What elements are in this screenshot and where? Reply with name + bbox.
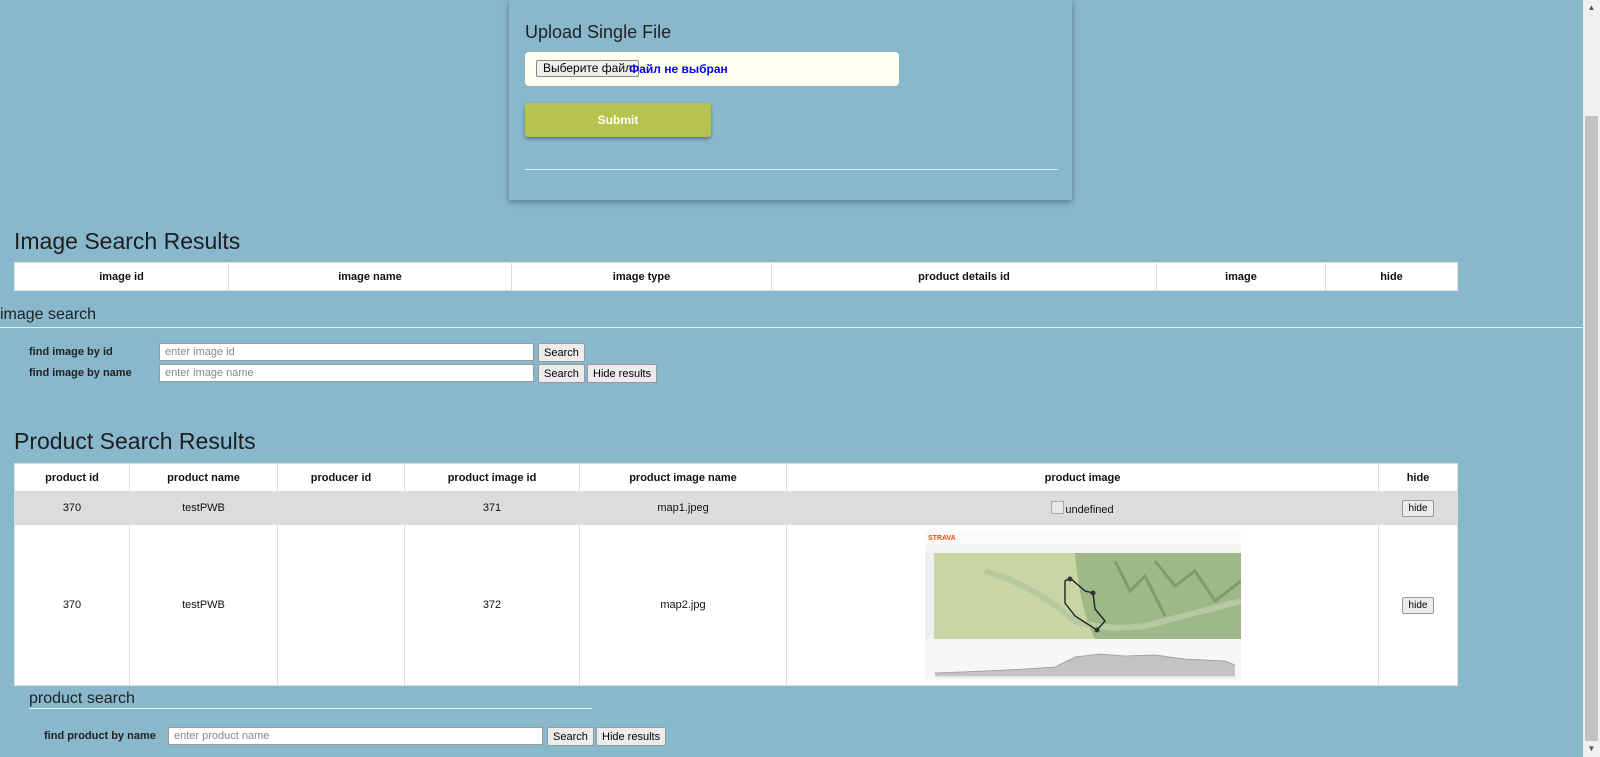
broken-image-icon [1051, 500, 1065, 514]
cell-producer-id [277, 491, 405, 525]
product-name-input[interactable] [168, 727, 543, 745]
scroll-up-icon[interactable]: ▲ [1583, 0, 1600, 16]
image-search-title: image search [0, 306, 97, 323]
product-search-button[interactable]: Search [547, 727, 594, 746]
column-header-image-id: image id [14, 262, 229, 291]
upload-card: Upload Single File Выберите файл Файл не… [509, 0, 1072, 200]
card-divider [525, 169, 1058, 170]
find-product-by-name-label: find product by name [44, 730, 156, 742]
column-header-product-image: product image [786, 463, 1379, 492]
column-header-product-image-name: product image name [579, 463, 787, 492]
find-image-by-id-label: find image by id [29, 346, 113, 358]
product-results-header-row: product id product name producer id prod… [14, 463, 1458, 492]
map-brand-text: STRAVA [928, 535, 956, 542]
column-header-product-id: product id [14, 463, 130, 492]
image-results-header-row: image id image name image type product d… [14, 262, 1458, 291]
column-header-image-name: image name [228, 262, 512, 291]
image-id-input[interactable] [159, 343, 534, 361]
file-input-box: Выберите файл Файл не выбран [525, 52, 899, 86]
image-search-divider [0, 327, 1583, 328]
cell-product-image: undefined [786, 491, 1379, 525]
cell-product-image-id: 371 [404, 491, 580, 525]
find-image-by-name-label: find image by name [29, 367, 132, 379]
product-search-divider [29, 708, 592, 709]
image-results-table: image id image name image type product d… [14, 262, 1458, 291]
cell-product-id: 370 [14, 491, 130, 525]
row-hide-button[interactable]: hide [1401, 596, 1435, 614]
column-header-product-image-id: product image id [404, 463, 580, 492]
scrollbar-thumb[interactable] [1585, 116, 1598, 741]
image-hide-results-button[interactable]: Hide results [587, 364, 658, 383]
file-status-text: Файл не выбран [629, 62, 728, 76]
column-header-hide: hide [1325, 262, 1458, 291]
cell-hide: hide [1378, 491, 1458, 525]
column-header-product-details-id: product details id [771, 262, 1157, 291]
cell-product-id: 370 [14, 524, 130, 686]
table-row: 370 testPWB 371 map1.jpeg undefined hide [14, 491, 1458, 525]
product-search-title: product search [29, 690, 135, 707]
image-name-input[interactable] [159, 364, 534, 382]
image-id-search-button[interactable]: Search [538, 343, 585, 362]
cell-producer-id [277, 524, 405, 686]
product-results-title: Product Search Results [14, 428, 256, 454]
image-results-title: Image Search Results [14, 228, 241, 254]
cell-hide: hide [1378, 524, 1458, 686]
cell-product-image-name: map2.jpg [579, 524, 787, 686]
cell-product-image: STRAVA Save [786, 524, 1379, 686]
upload-title: Upload Single File [525, 22, 672, 42]
scroll-down-icon[interactable]: ▼ [1583, 741, 1600, 757]
product-results-table: product id product name producer id prod… [14, 463, 1458, 686]
column-header-producer-id: producer id [277, 463, 405, 492]
column-header-image: image [1156, 262, 1326, 291]
column-header-image-type: image type [511, 262, 772, 291]
cell-product-name: testPWB [129, 524, 278, 686]
submit-button[interactable]: Submit [525, 103, 711, 137]
vertical-scrollbar[interactable]: ▲ ▼ [1583, 0, 1600, 757]
column-header-hide: hide [1378, 463, 1458, 492]
cell-product-image-id: 372 [404, 524, 580, 686]
table-row: 370 testPWB 372 map2.jpg STRAVA Save [14, 524, 1458, 686]
column-header-product-name: product name [129, 463, 278, 492]
product-hide-results-button[interactable]: Hide results [596, 727, 667, 746]
map-route-thumbnail: STRAVA Save [924, 530, 1241, 680]
cell-product-image-name: map1.jpeg [579, 491, 787, 525]
image-name-search-button[interactable]: Search [538, 364, 585, 383]
choose-file-button[interactable]: Выберите файл [536, 60, 640, 77]
broken-image-alt-text: undefined [1065, 503, 1114, 516]
cell-product-name: testPWB [129, 491, 278, 525]
row-hide-button[interactable]: hide [1401, 499, 1435, 517]
